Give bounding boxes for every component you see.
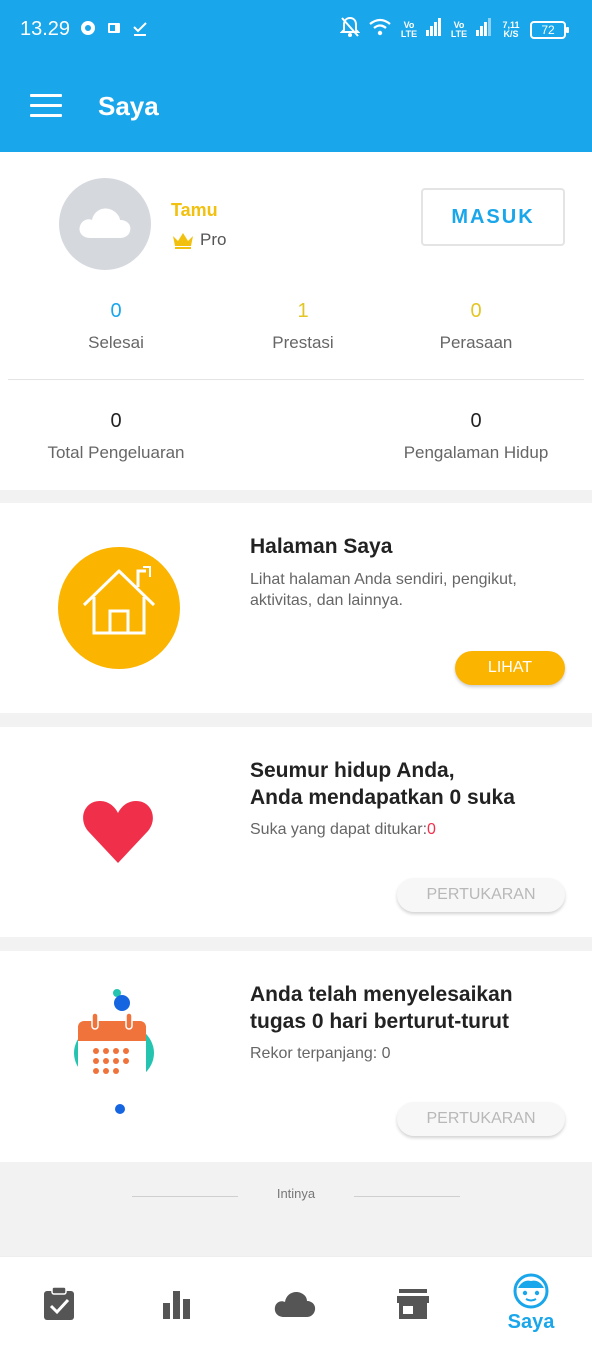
wifi-icon: [368, 17, 392, 42]
stat-value: 0: [470, 410, 482, 432]
page-title: Saya: [98, 91, 159, 121]
streak-record: Rekor terpanjang: 0: [250, 1045, 391, 1062]
footer-label: Intinya: [276, 1186, 316, 1201]
streak-title-line2: tugas 0 hari berturut-turut: [250, 1010, 510, 1033]
status-left-icons: [80, 20, 148, 41]
stat-label: Total Pengeluaran: [47, 443, 185, 462]
my-page-title: Halaman Saya: [250, 535, 393, 558]
streak-card: Anda telah menyelesaikan tugas 0 hari be…: [0, 951, 592, 1162]
likes-title: Seumur hidup Anda, Anda mendapatkan 0 su…: [250, 757, 515, 811]
face-icon: [513, 1273, 549, 1309]
nav-me[interactable]: Saya: [472, 1257, 590, 1349]
bottom-nav: Saya: [0, 1256, 592, 1349]
streak-title-line1: Anda telah menyelesaikan: [250, 983, 513, 1006]
volte-label-1: Vo LTE: [400, 19, 418, 39]
stat-life-experience[interactable]: 0 Pengalaman Hidup: [386, 410, 566, 463]
menu-icon[interactable]: [30, 94, 62, 118]
status-time: 13.29: [20, 18, 71, 40]
stat-feelings[interactable]: 0 Perasaan: [386, 300, 566, 353]
stat-value: 0: [110, 300, 122, 322]
view-button[interactable]: LIHAT: [455, 651, 565, 685]
clipboard-check-icon: [44, 1286, 74, 1320]
nav-mood[interactable]: [236, 1257, 354, 1349]
stat-total-spending[interactable]: 0 Total Pengeluaran: [26, 410, 206, 463]
heart-icon: [83, 801, 153, 863]
likes-title-line2: Anda mendapatkan 0 suka: [250, 786, 515, 809]
nav-me-label: Saya: [507, 1311, 555, 1333]
avatar[interactable]: [59, 178, 151, 270]
likes-title-line1: Seumur hidup Anda,: [250, 759, 455, 782]
footer-line-right: [354, 1196, 460, 1197]
divider: [8, 379, 584, 380]
signal-icon: [476, 18, 492, 41]
nav-store[interactable]: [354, 1257, 472, 1349]
profile-section: Tamu Pro MASUK 0 Selesai 1 Prestasi 0 Pe…: [0, 152, 592, 490]
stat-value: 1: [297, 300, 309, 322]
exchange-button[interactable]: PERTUKARAN: [397, 1102, 565, 1136]
stat-completed[interactable]: 0 Selesai: [26, 300, 206, 353]
browser-icon: [80, 20, 96, 41]
likes-card: Seumur hidup Anda, Anda mendapatkan 0 su…: [0, 727, 592, 937]
my-page-card: Halaman Saya Lihat halaman Anda sendiri,…: [0, 503, 592, 713]
calendar-icon: [74, 989, 154, 1114]
home-icon: [58, 547, 180, 669]
stat-label: Pengalaman Hidup: [403, 443, 549, 462]
cloud-icon: [79, 208, 131, 238]
user-name: Tamu: [171, 200, 218, 220]
stat-value: 0: [110, 410, 122, 432]
redeemable-label: Suka yang dapat ditukar:: [250, 821, 428, 838]
likes-redeemable: Suka yang dapat ditukar:0: [250, 819, 570, 840]
signal-icon: [426, 18, 442, 41]
stat-label: Perasaan: [439, 333, 513, 352]
cloud-icon: [274, 1291, 316, 1317]
battery-icon: 72: [530, 20, 569, 39]
volte-label-2: Vo LTE: [450, 19, 468, 39]
nav-tasks[interactable]: [0, 1257, 118, 1349]
outlook-icon: [106, 20, 122, 41]
status-bar: 13.29 Vo LTE Vo LTE 7,11 K/S 72: [0, 0, 592, 60]
my-page-description: Lihat halaman Anda sendiri, pengikut, ak…: [250, 571, 517, 609]
stat-value: 0: [470, 300, 482, 322]
nav-stats[interactable]: [118, 1257, 236, 1349]
streak-title: Anda telah menyelesaikan tugas 0 hari be…: [250, 981, 513, 1035]
pro-badge[interactable]: Pro: [172, 230, 226, 250]
stat-achievements[interactable]: 1 Prestasi: [213, 300, 393, 353]
redeemable-value: 0: [427, 821, 436, 838]
app-bar: Saya: [0, 60, 592, 152]
login-button[interactable]: MASUK: [421, 188, 565, 246]
store-icon: [397, 1288, 429, 1319]
stat-label: Prestasi: [272, 333, 334, 352]
crown-icon: [173, 233, 193, 249]
mute-bell-icon: [339, 16, 361, 43]
bar-chart-icon: [163, 1290, 190, 1319]
exchange-button[interactable]: PERTUKARAN: [397, 878, 565, 912]
pro-label: Pro: [200, 230, 227, 249]
checkmark-icon: [132, 20, 148, 41]
network-speed: 7,11 K/S: [502, 19, 520, 39]
status-right-icons: Vo LTE Vo LTE 7,11 K/S 72: [339, 16, 569, 43]
stat-label: Selesai: [88, 333, 144, 352]
